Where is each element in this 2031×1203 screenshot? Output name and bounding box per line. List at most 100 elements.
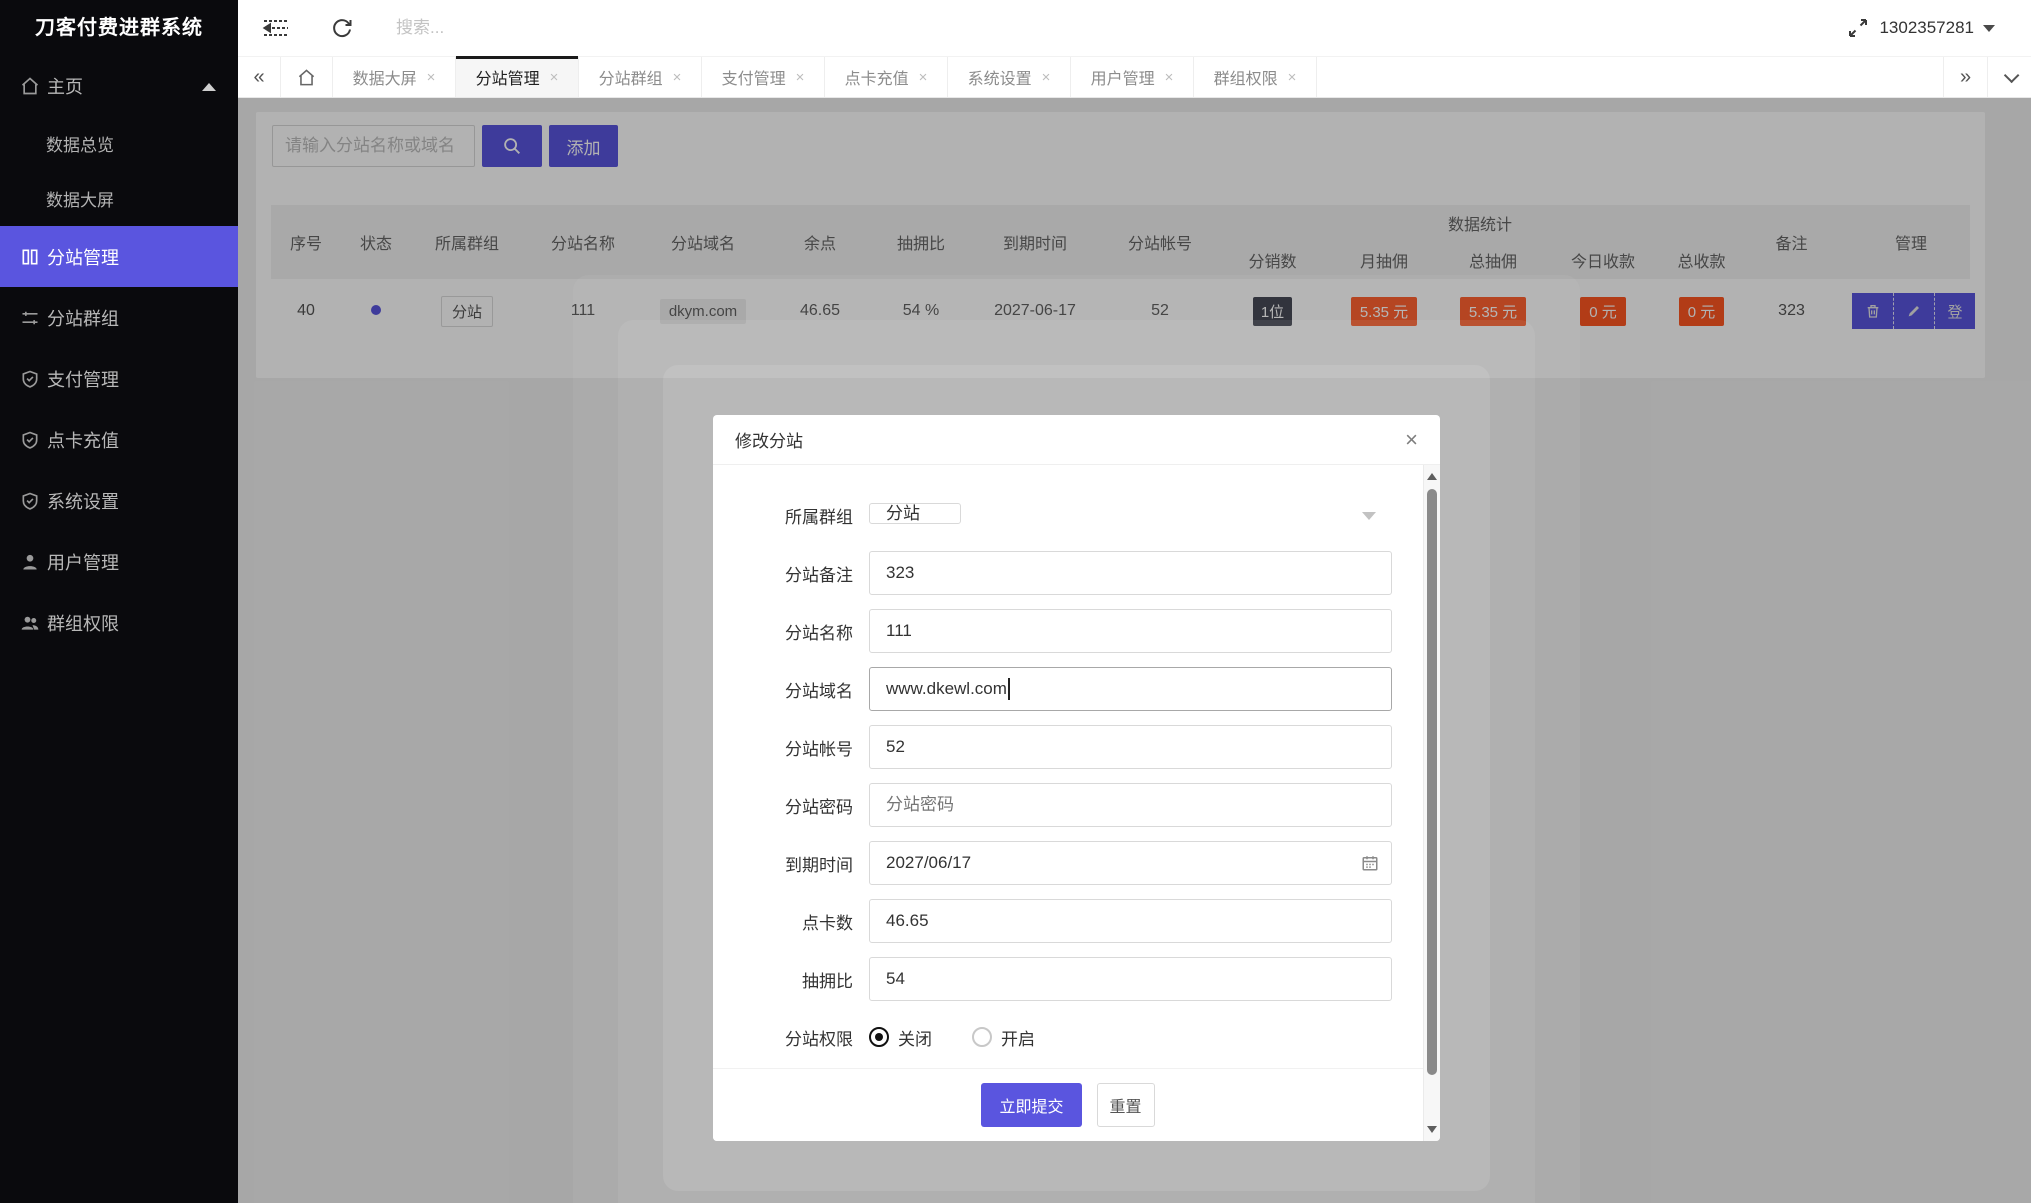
group-select-wrap: 分站 [869,493,1392,537]
sidebar-item-group-permission[interactable]: 群组权限 [0,592,238,653]
field-label: 所属群组 [785,507,853,527]
fullscreen-icon[interactable] [1846,16,1870,40]
field-label: 分站帐号 [785,739,853,759]
sidebar-item-home[interactable]: 主页 [0,56,238,116]
reset-button[interactable]: 重置 [1096,1083,1155,1127]
user-icon [20,552,40,572]
field-label: 点卡数 [802,913,853,933]
form-row-expire: 到期时间 [713,841,1440,885]
text-cursor [1008,678,1010,700]
sidebar-item-label: 分站管理 [47,247,119,268]
site-domain-field[interactable] [869,667,1392,711]
site-password-field[interactable] [869,783,1392,827]
sidebar-item-payment-management[interactable]: 支付管理 [0,348,238,409]
tab-group-permission[interactable]: 群组权限 × [1194,57,1317,97]
tabs-scroll-right-button[interactable]: » [1943,57,1987,97]
close-icon[interactable]: × [1165,69,1174,86]
tab-system-settings[interactable]: 系统设置 × [948,57,1071,97]
sidebar-item-site-group[interactable]: 分站群组 [0,287,238,348]
modal-title: 修改分站 [735,432,803,451]
sidebar-item-label: 主页 [47,77,83,97]
tab-label: 用户管理 [1090,71,1155,88]
tab-label: 分站群组 [598,71,663,88]
caret-down-icon [1983,24,1995,32]
sidebar-item-system-settings[interactable]: 系统设置 [0,470,238,531]
form-row-account: 分站帐号 [713,725,1440,769]
app-root: 刀客付费进群系统 主页 数据总览 数据大屏 分站管理 分站群组 支付管理 点卡充… [0,0,2031,1203]
caret-up-icon [202,83,216,91]
radio-label[interactable]: 关闭 [898,1025,932,1050]
commission-field[interactable] [869,957,1392,1001]
scroll-down-icon[interactable] [1427,1126,1437,1133]
tab-label: 分站管理 [475,71,540,88]
tab-site-group[interactable]: 分站群组 × [579,57,702,97]
sidebar-item-card-recharge[interactable]: 点卡充值 [0,409,238,470]
close-icon[interactable]: × [550,69,559,86]
tab-label: 群组权限 [1213,71,1278,88]
sidebar-item-user-management[interactable]: 用户管理 [0,531,238,592]
permission-radio-group: 关闭 开启 [869,1025,1035,1050]
close-icon[interactable]: × [673,69,682,86]
field-label: 分站备注 [785,565,853,585]
sidebar-item-label: 群组权限 [47,613,119,634]
site-remark-field[interactable] [869,551,1392,595]
tab-user-management[interactable]: 用户管理 × [1071,57,1194,97]
global-search-input[interactable] [396,13,656,43]
sidebar: 刀客付费进群系统 主页 数据总览 数据大屏 分站管理 分站群组 支付管理 点卡充… [0,0,238,1203]
close-icon[interactable]: × [1288,69,1297,86]
tab-payment-management[interactable]: 支付管理 × [702,57,825,97]
field-label: 分站权限 [785,1029,853,1049]
refresh-icon[interactable] [330,16,354,40]
sidebar-item-data-overview[interactable]: 数据总览 [0,116,238,171]
modal-footer: 立即提交 重置 [713,1068,1423,1141]
submit-button[interactable]: 立即提交 [981,1083,1082,1127]
group-select[interactable]: 分站 [869,503,961,524]
tabbar-right-controls: » [1943,57,2031,97]
modal-header: 修改分站 × [713,415,1440,465]
close-icon[interactable]: × [919,69,928,86]
modal-scrollbar[interactable] [1423,465,1440,1141]
field-label: 到期时间 [785,855,853,875]
field-label: 分站密码 [785,797,853,817]
field-label: 分站域名 [785,681,853,701]
form-row-password: 分站密码 [713,783,1440,827]
form-row-commission: 抽拥比 [713,957,1440,1001]
points-field[interactable] [869,899,1392,943]
site-name-field[interactable] [869,609,1392,653]
close-icon[interactable]: × [1405,428,1418,451]
expire-date-field[interactable] [869,841,1392,885]
tab-label: 数据大屏 [352,71,417,88]
sidebar-item-site-management[interactable]: 分站管理 [0,226,238,287]
sidebar-item-label: 系统设置 [47,491,119,512]
calendar-icon[interactable] [1361,854,1379,872]
sidebar-item-data-screen[interactable]: 数据大屏 [0,171,238,226]
tab-card-recharge[interactable]: 点卡充值 × [825,57,948,97]
form-row-points: 点卡数 [713,899,1440,943]
tabs-menu-button[interactable] [1987,57,2031,97]
shield-check-icon [20,369,40,389]
close-icon[interactable]: × [427,69,436,86]
radio-off-selected[interactable] [869,1027,889,1047]
close-icon[interactable]: × [1042,69,1051,86]
form-row-remark: 分站备注 [713,551,1440,595]
field-label: 分站名称 [785,623,853,643]
form-row-permission: 分站权限 关闭 开启 [713,1015,1440,1059]
tab-home[interactable] [281,57,333,97]
users-icon [20,613,40,633]
collapse-menu-icon[interactable] [262,16,290,40]
home-icon [297,68,316,87]
edit-site-form: 所属群组 分站 分站备注 分站名称 分站域名 [713,465,1440,1059]
scrollbar-thumb[interactable] [1427,489,1437,1075]
scroll-up-icon[interactable] [1427,473,1437,480]
app-title: 刀客付费进群系统 [35,17,203,39]
tab-data-screen[interactable]: 数据大屏 × [333,57,456,97]
close-icon[interactable]: × [796,69,805,86]
sliders-icon [20,308,40,328]
tabs-scroll-left-button[interactable]: « [238,57,281,97]
radio-on-unselected[interactable] [972,1027,992,1047]
user-menu[interactable]: 1302357281 [1879,0,1995,56]
tab-site-management[interactable]: 分站管理 × [456,56,579,97]
site-account-field[interactable] [869,725,1392,769]
radio-label[interactable]: 开启 [1001,1025,1035,1050]
home-icon [20,76,40,96]
